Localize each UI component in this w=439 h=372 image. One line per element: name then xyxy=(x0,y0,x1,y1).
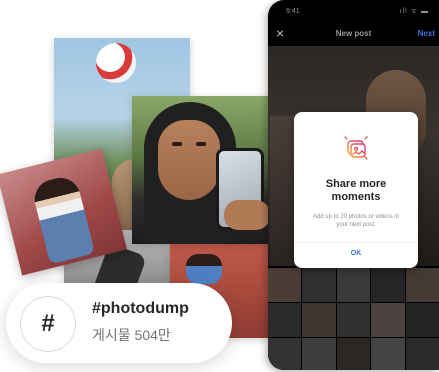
media-thumbnail[interactable] xyxy=(371,338,405,370)
photo-person xyxy=(30,173,95,265)
media-thumbnail[interactable] xyxy=(405,303,439,337)
share-more-moments-dialog: Share more moments Add up to 20 photos o… xyxy=(294,112,418,268)
photo-stack-icon xyxy=(340,132,372,160)
dialog-body-line: Add up to 20 photos or videos in xyxy=(312,214,400,220)
dialog-title-line: Share more xyxy=(325,178,387,190)
dialog-body-line: your next post. xyxy=(336,222,376,228)
media-thumbnail[interactable] xyxy=(336,303,371,337)
hashtag-card[interactable]: # #photodump 게시물 504만 xyxy=(6,283,232,363)
media-thumbnail[interactable] xyxy=(302,338,336,370)
photo-person xyxy=(186,254,222,284)
media-thumbnail[interactable] xyxy=(268,303,302,337)
media-thumbnail[interactable] xyxy=(405,268,439,302)
new-post-title: New post xyxy=(335,29,372,38)
dialog-title-line: moments xyxy=(331,191,381,203)
photo-eye xyxy=(196,142,206,146)
soccer-ball xyxy=(96,43,136,83)
photo-face xyxy=(158,120,220,200)
dialog-divider xyxy=(294,242,418,243)
media-thumbnail[interactable] xyxy=(268,338,302,370)
media-thumbnail[interactable] xyxy=(405,338,439,370)
photo-hand xyxy=(224,200,270,230)
hashtag-post-count: 게시물 504만 xyxy=(92,327,171,343)
media-thumbnail[interactable] xyxy=(371,303,405,337)
media-thumbnail[interactable] xyxy=(371,268,405,302)
next-button[interactable]: Next xyxy=(418,29,435,38)
dialog-body: Add up to 20 photos or videos in your ne… xyxy=(304,213,408,229)
photo-eye xyxy=(172,142,182,146)
media-thumbnail[interactable] xyxy=(302,268,336,302)
status-time: 9:41 xyxy=(286,8,300,15)
hashtag-name: #photodump xyxy=(92,300,189,317)
ok-button[interactable]: OK xyxy=(294,250,418,257)
media-grid xyxy=(268,268,439,370)
media-thumbnail[interactable] xyxy=(336,268,371,302)
media-thumbnail[interactable] xyxy=(336,338,371,370)
selfie-photo xyxy=(132,96,288,244)
hashtag-icon: # xyxy=(20,296,76,352)
media-thumbnail[interactable] xyxy=(268,268,302,302)
status-bar-icons: ıll ᯤ ▬ xyxy=(399,8,429,15)
media-thumbnail[interactable] xyxy=(302,303,336,337)
dialog-title: Share more moments xyxy=(294,178,418,204)
